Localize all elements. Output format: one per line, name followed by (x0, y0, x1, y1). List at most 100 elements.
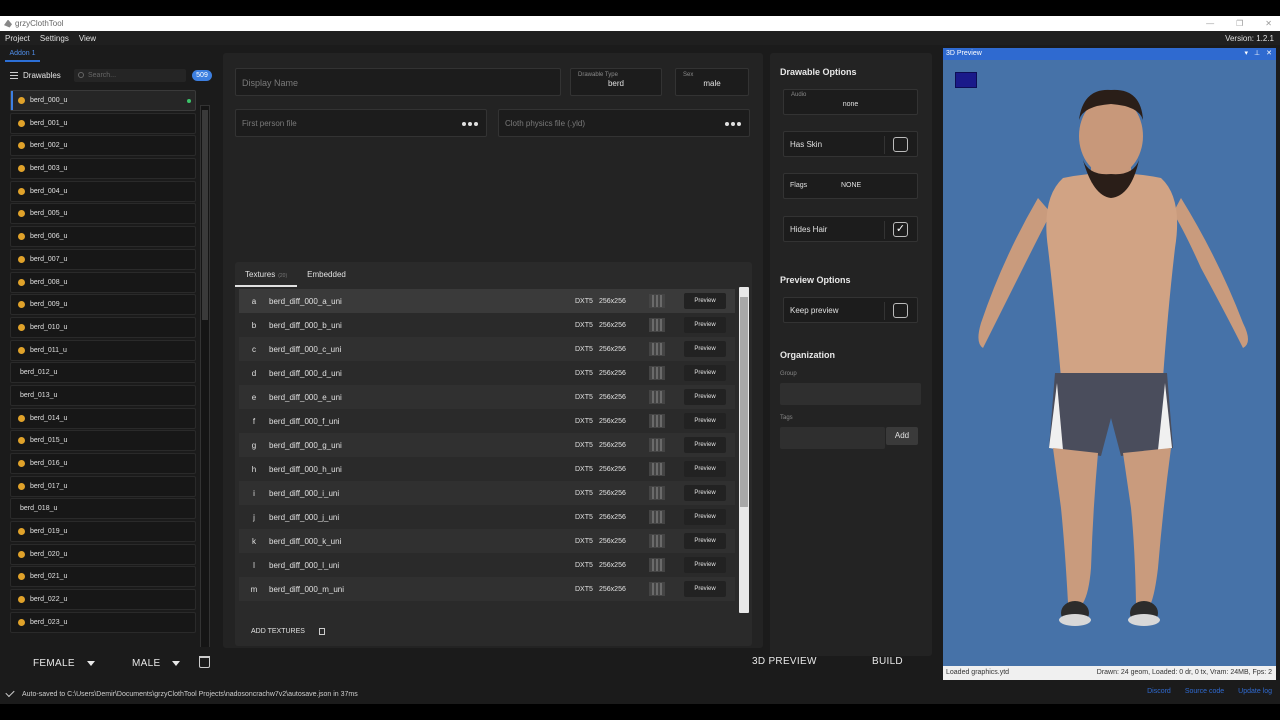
texture-row[interactable]: h berd_diff_000_h_uni DXT5 256x256 Preview (239, 457, 735, 481)
scrollbar-thumb[interactable] (202, 110, 208, 320)
drawable-list-item[interactable]: berd_017_u (10, 475, 196, 497)
drawable-list-item[interactable]: berd_013_u (10, 384, 196, 406)
audio-field[interactable]: Audio none (783, 89, 918, 115)
drawable-list-item[interactable]: berd_000_u (10, 90, 196, 111)
textures-tabs: Textures (20) Embedded (235, 262, 752, 287)
cloth-physics-file-field[interactable]: Cloth physics file (.yld) (498, 109, 750, 137)
delete-texture-icon[interactable] (318, 627, 325, 635)
texture-row[interactable]: m berd_diff_000_m_uni DXT5 256x256 Preview (239, 577, 735, 601)
add-textures-button[interactable]: ADD TEXTURES (251, 628, 305, 635)
drawable-list-item[interactable]: berd_016_u (10, 453, 196, 474)
trash-icon[interactable] (199, 656, 210, 668)
update-log-link[interactable]: Update log (1238, 688, 1272, 695)
menu-project[interactable]: Project (5, 34, 30, 43)
drawable-list-item[interactable]: berd_005_u (10, 203, 196, 225)
warning-icon (18, 323, 25, 331)
texture-preview-button[interactable]: Preview (684, 557, 726, 573)
divider (884, 302, 885, 320)
drawable-list-item[interactable]: berd_004_u (10, 180, 196, 202)
first-person-file-field[interactable]: First person file (235, 109, 487, 137)
menu-settings[interactable]: Settings (40, 34, 69, 43)
texture-row[interactable]: f berd_diff_000_f_uni DXT5 256x256 Preview (239, 409, 735, 433)
texture-row[interactable]: g berd_diff_000_g_uni DXT5 256x256 Preview (239, 433, 735, 457)
texture-preview-button[interactable]: Preview (684, 365, 726, 381)
browse-icon[interactable] (462, 122, 478, 126)
display-name-field[interactable]: Display Name (235, 68, 561, 96)
source-code-link[interactable]: Source code (1185, 688, 1224, 695)
sex-field[interactable]: Sex male (675, 68, 749, 96)
tab-addon-1[interactable]: Addon 1 (5, 50, 40, 62)
texture-preview-button[interactable]: Preview (684, 461, 726, 477)
texture-row[interactable]: k berd_diff_000_k_uni DXT5 256x256 Preview (239, 529, 735, 553)
minimize-icon[interactable]: — (1206, 19, 1214, 28)
app-icon (4, 19, 12, 28)
drawable-list-item[interactable]: berd_022_u (10, 589, 196, 611)
drawable-list-item[interactable]: berd_002_u (10, 135, 196, 157)
drawable-list-item[interactable]: berd_008_u (10, 271, 196, 293)
drawables-scrollbar[interactable] (200, 105, 210, 653)
menu-view[interactable]: View (79, 34, 96, 43)
texture-row[interactable]: j berd_diff_000_j_uni DXT5 256x256 Preview (239, 505, 735, 529)
flags-field[interactable]: Flags NONE (783, 173, 918, 199)
texture-preview-button[interactable]: Preview (684, 293, 726, 309)
drawable-list-item[interactable]: berd_011_u (10, 339, 196, 361)
drawable-list-item[interactable]: berd_021_u (10, 566, 196, 588)
drawable-list-item[interactable]: berd_015_u (10, 430, 196, 452)
warning-icon (18, 460, 25, 467)
scrollbar-thumb[interactable] (740, 297, 748, 507)
drawable-type-field[interactable]: Drawable Type berd (570, 68, 662, 96)
texture-preview-button[interactable]: Preview (684, 509, 726, 525)
drawable-list-item[interactable]: berd_012_u (10, 362, 196, 384)
texture-row[interactable]: l berd_diff_000_l_uni DXT5 256x256 Preview (239, 553, 735, 577)
tab-embedded[interactable]: Embedded (297, 262, 356, 287)
texture-preview-button[interactable]: Preview (684, 485, 726, 501)
male-dropdown[interactable]: MALE (132, 655, 181, 671)
female-dropdown[interactable]: FEMALE (33, 655, 95, 671)
drawable-list-item[interactable]: berd_007_u (10, 248, 196, 270)
texture-preview-button[interactable]: Preview (684, 317, 726, 333)
search-input[interactable]: Search... (74, 69, 186, 82)
texture-row[interactable]: a berd_diff_000_a_uni DXT5 256x256 Preview (239, 289, 735, 313)
3d-preview-button[interactable]: 3D PREVIEW (752, 656, 817, 667)
textures-scrollbar[interactable] (739, 287, 749, 613)
drawable-list-item[interactable]: berd_023_u (10, 611, 196, 633)
browse-icon[interactable] (725, 122, 741, 126)
keep-preview-checkbox[interactable] (893, 303, 908, 318)
texture-preview-button[interactable]: Preview (684, 533, 726, 549)
discord-link[interactable]: Discord (1147, 688, 1171, 695)
texture-row[interactable]: i berd_diff_000_i_uni DXT5 256x256 Preview (239, 481, 735, 505)
drawable-list-item[interactable]: berd_020_u (10, 543, 196, 565)
texture-row[interactable]: d berd_diff_000_d_uni DXT5 256x256 Preview (239, 361, 735, 385)
build-button[interactable]: BUILD (872, 656, 903, 667)
texture-format: DXT5 (575, 369, 593, 377)
texture-preview-button[interactable]: Preview (684, 413, 726, 429)
app-window: grzyClothTool — ❐ ✕ Project Settings Vie… (0, 16, 1280, 704)
texture-preview-button[interactable]: Preview (684, 581, 726, 597)
tab-textures[interactable]: Textures (20) (235, 262, 298, 287)
drawable-list-item[interactable]: berd_006_u (10, 226, 196, 248)
texture-row[interactable]: b berd_diff_000_b_uni DXT5 256x256 Preview (239, 313, 735, 337)
drawable-list-item[interactable]: berd_018_u (10, 498, 196, 520)
close-icon[interactable]: ✕ (1265, 19, 1272, 28)
hides-hair-checkbox[interactable]: ✓ (893, 222, 908, 237)
drawable-list-item[interactable]: berd_019_u (10, 521, 196, 543)
drawable-list-item[interactable]: berd_014_u (10, 407, 196, 429)
group-input[interactable] (780, 383, 921, 405)
drawable-list-item[interactable]: berd_010_u (10, 316, 196, 338)
texture-preview-button[interactable]: Preview (684, 341, 726, 357)
texture-row[interactable]: e berd_diff_000_e_uni DXT5 256x256 Preview (239, 385, 735, 409)
drawable-list-item[interactable]: berd_001_u (10, 112, 196, 134)
texture-row[interactable]: c berd_diff_000_c_uni DXT5 256x256 Preview (239, 337, 735, 361)
maximize-icon[interactable]: ❐ (1236, 19, 1243, 28)
texture-preview-button[interactable]: Preview (684, 437, 726, 453)
add-tag-button[interactable]: Add (886, 427, 918, 445)
has-skin-checkbox[interactable] (893, 137, 908, 152)
warning-icon (18, 233, 25, 241)
texture-preview-button[interactable]: Preview (684, 389, 726, 405)
drawable-name: berd_023_u (30, 618, 68, 626)
drawable-list-item[interactable]: berd_003_u (10, 158, 196, 180)
flags-label: Flags (790, 182, 808, 189)
3d-preview-panel[interactable]: 3D Preview ▾ ⊥ ✕ Loaded graphics.ytd Dra… (943, 48, 1276, 680)
drawable-list-item[interactable]: berd_009_u (10, 294, 196, 316)
tags-input[interactable] (780, 427, 885, 449)
